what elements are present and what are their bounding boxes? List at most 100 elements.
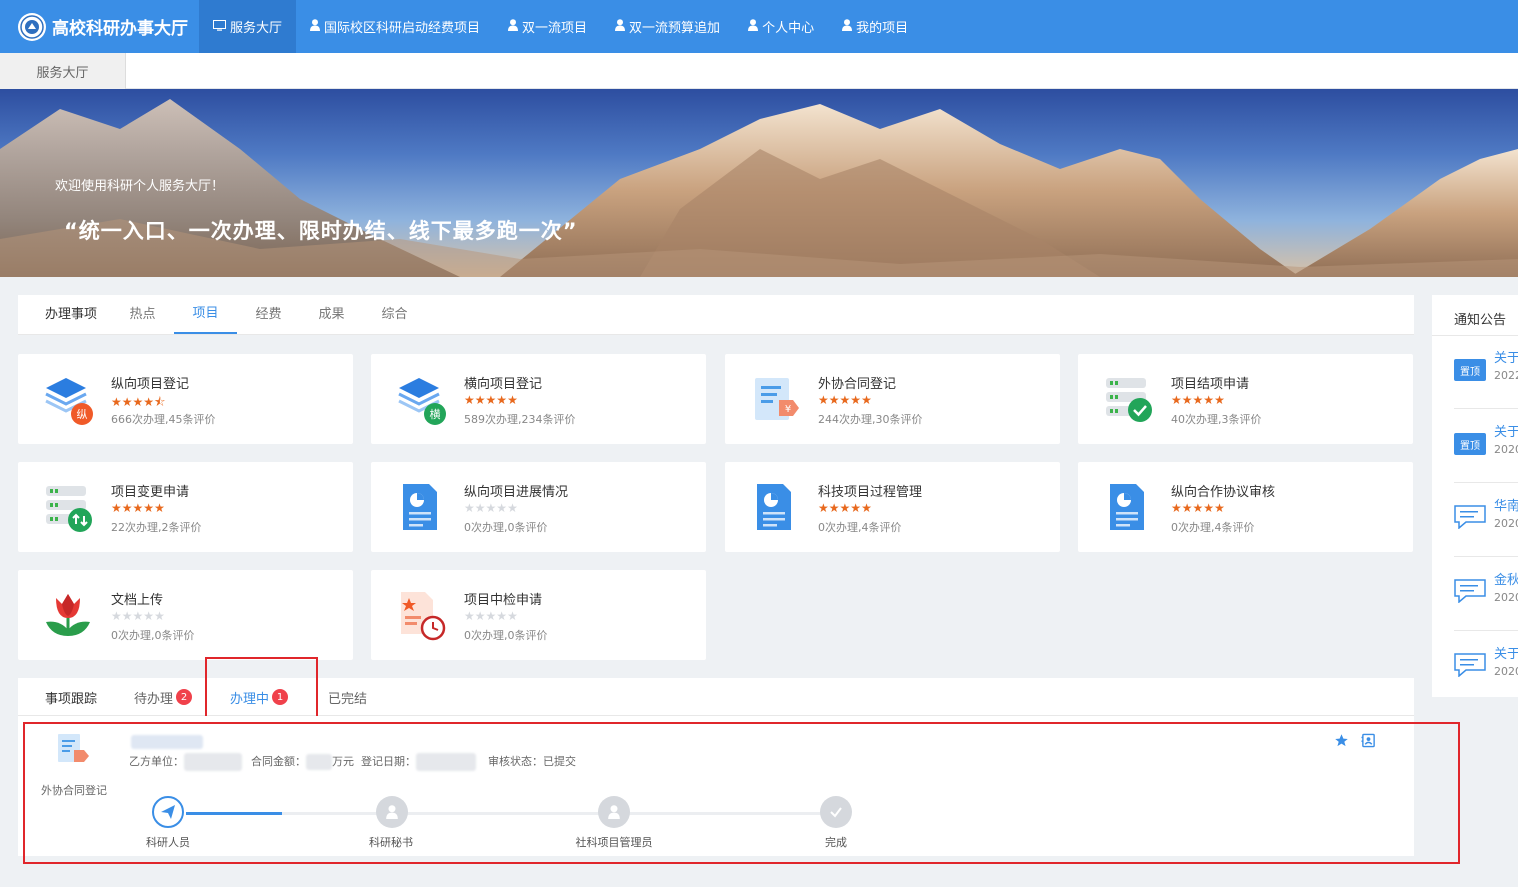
vertical-project-icon: 纵: [42, 372, 98, 428]
star-icon: ★: [507, 501, 518, 515]
star-icon: ★: [143, 395, 155, 409]
page-tab-service-hall[interactable]: 服务大厅: [0, 53, 126, 89]
rating-stars: ★★★★★: [1171, 501, 1225, 515]
star-icon: ★: [1171, 501, 1182, 515]
notice-title: 通知公告: [1454, 313, 1507, 328]
service-card-outsourcing-contract[interactable]: ¥ 外协合同登记 ★★★★★ 244次办理,30条评价: [725, 354, 1060, 444]
notice-item[interactable]: 置顶 关于 2022: [1432, 335, 1518, 409]
user-icon: [842, 19, 853, 34]
notice-item[interactable]: 华南 2020: [1432, 483, 1518, 557]
brand[interactable]: 高校科研办事大厅: [0, 12, 199, 41]
university-logo-icon: [18, 12, 46, 41]
tab-general[interactable]: 综合: [363, 294, 426, 334]
service-card-name: 纵向项目进展情况: [464, 485, 569, 500]
hero-slogan: “统一入口、一次办理、限时办结、线下最多跑一次”: [64, 219, 578, 243]
star-icon: ★: [474, 501, 486, 515]
star-icon: ★: [828, 501, 840, 515]
notice-date: 2020: [1494, 665, 1518, 678]
nav-item-double-first-class[interactable]: 双一流项目: [494, 0, 601, 53]
nav-item-label: 双一流预算追加: [629, 21, 721, 36]
top-navbar: 高校科研办事大厅 服务大厅 国际校区科研启动经费项目 双一流项目 双一流预算追加…: [0, 0, 1518, 53]
notice-date: 2020: [1494, 443, 1518, 456]
star-icon: ★: [111, 609, 122, 623]
service-card-vertical-progress[interactable]: 纵向项目进展情况 ★★★★★ 0次办理,0条评价: [371, 462, 706, 552]
service-card-stat: 0次办理,0条评价: [464, 629, 548, 642]
service-card-horizontal-project[interactable]: 横 横向项目登记 ★★★★★ 589次办理,234条评价: [371, 354, 706, 444]
star-icon: ★: [485, 609, 497, 623]
star-icon: ★: [828, 393, 840, 407]
pinned-badge: 置顶: [1454, 359, 1486, 381]
service-card-name: 纵向合作协议审核: [1171, 485, 1276, 500]
star-icon: ★: [485, 393, 497, 407]
service-card-stat: 0次办理,0条评价: [111, 629, 195, 642]
star-icon: ★: [111, 501, 122, 515]
user-icon: [615, 19, 626, 34]
highlight-box-item: [23, 722, 1460, 864]
tulip-icon: [42, 588, 98, 644]
tab-hot[interactable]: 热点: [111, 294, 174, 334]
star-icon: ★: [861, 501, 872, 515]
hero-welcome-text: 欢迎使用科研个人服务大厅！: [55, 179, 225, 194]
star-icon: ★: [132, 501, 144, 515]
user-icon: [310, 19, 321, 34]
nav-item-intl-campus-fund[interactable]: 国际校区科研启动经费项目: [296, 0, 494, 53]
tracking-title: 事项跟踪: [45, 691, 98, 707]
notice-text: 金秋: [1494, 573, 1518, 588]
tab-funding[interactable]: 经费: [237, 294, 300, 334]
service-card-name: 项目中检申请: [464, 593, 543, 608]
service-card-stat: 244次办理,30条评价: [818, 413, 923, 426]
service-card-vertical-project[interactable]: 纵 纵向项目登记 ★★★★⯪ 666次办理,45条评价: [18, 354, 353, 444]
notice-item[interactable]: 关于 2020: [1432, 631, 1518, 705]
service-card-document-upload[interactable]: 文档上传 ★★★★★ 0次办理,0条评价: [18, 570, 353, 660]
tab-project[interactable]: 项目: [174, 294, 238, 334]
project-change-icon: [42, 480, 98, 536]
star-icon: ★: [464, 393, 475, 407]
star-icon: ★: [861, 393, 872, 407]
star-icon: ★: [850, 501, 862, 515]
nav-item-label: 服务大厅: [230, 21, 283, 36]
notice-item[interactable]: 置顶 关于 2020: [1432, 409, 1518, 483]
nav-item-my-projects[interactable]: 我的项目: [828, 0, 922, 53]
star-icon: ★: [143, 609, 155, 623]
report-icon: [395, 480, 451, 536]
services-title: 办理事项: [45, 307, 98, 322]
star-icon: ★: [1181, 501, 1193, 515]
service-card-midterm-check[interactable]: 项目中检申请 ★★★★★ 0次办理,0条评价: [371, 570, 706, 660]
service-card-stat: 0次办理,0条评价: [464, 521, 548, 534]
tab-label: 已完结: [328, 691, 368, 707]
count-badge: 2: [176, 689, 193, 705]
contract-icon: ¥: [749, 372, 805, 428]
rating-stars: ★★★★★: [111, 609, 165, 623]
star-icon: ★: [1203, 393, 1215, 407]
star-icon: ★: [1203, 501, 1215, 515]
service-card-cooperation-review[interactable]: 纵向合作协议审核 ★★★★★ 0次办理,4条评价: [1078, 462, 1413, 552]
notice-text: 关于: [1494, 425, 1518, 440]
service-card-project-close[interactable]: 项目结项申请 ★★★★★ 40次办理,3条评价: [1078, 354, 1413, 444]
tab-completed[interactable]: 已完结: [328, 678, 367, 716]
star-icon: ★: [507, 609, 518, 623]
star-icon: ★: [839, 393, 851, 407]
rating-stars: ★★★★★: [818, 501, 872, 515]
monitor-icon: [213, 19, 226, 34]
report-icon: [1102, 480, 1158, 536]
star-icon: ★: [1171, 393, 1182, 407]
star-icon: ★: [132, 395, 144, 409]
tab-pending[interactable]: 待办理 2: [134, 678, 193, 716]
hero-banner: 欢迎使用科研个人服务大厅！ “统一入口、一次办理、限时办结、线下最多跑一次”: [0, 89, 1518, 277]
notice-item[interactable]: 金秋 2020: [1432, 557, 1518, 631]
nav-item-budget-add[interactable]: 双一流预算追加: [601, 0, 734, 53]
message-icon: [1454, 579, 1486, 606]
star-icon: ★: [850, 393, 862, 407]
nav-item-service-hall[interactable]: 服务大厅: [199, 0, 297, 53]
notice-text: 华南: [1494, 499, 1518, 514]
service-card-project-change[interactable]: 项目变更申请 ★★★★★ 22次办理,2条评价: [18, 462, 353, 552]
star-icon: ★: [507, 393, 518, 407]
star-icon: ★: [1192, 501, 1204, 515]
star-icon: ★: [464, 501, 475, 515]
service-card-name: 外协合同登记: [818, 377, 897, 392]
star-icon: ★: [1214, 393, 1225, 407]
notice-date: 2020: [1494, 517, 1518, 530]
service-card-process-management[interactable]: 科技项目过程管理 ★★★★★ 0次办理,4条评价: [725, 462, 1060, 552]
nav-item-personal-center[interactable]: 个人中心: [734, 0, 828, 53]
tab-achievement[interactable]: 成果: [300, 294, 363, 334]
